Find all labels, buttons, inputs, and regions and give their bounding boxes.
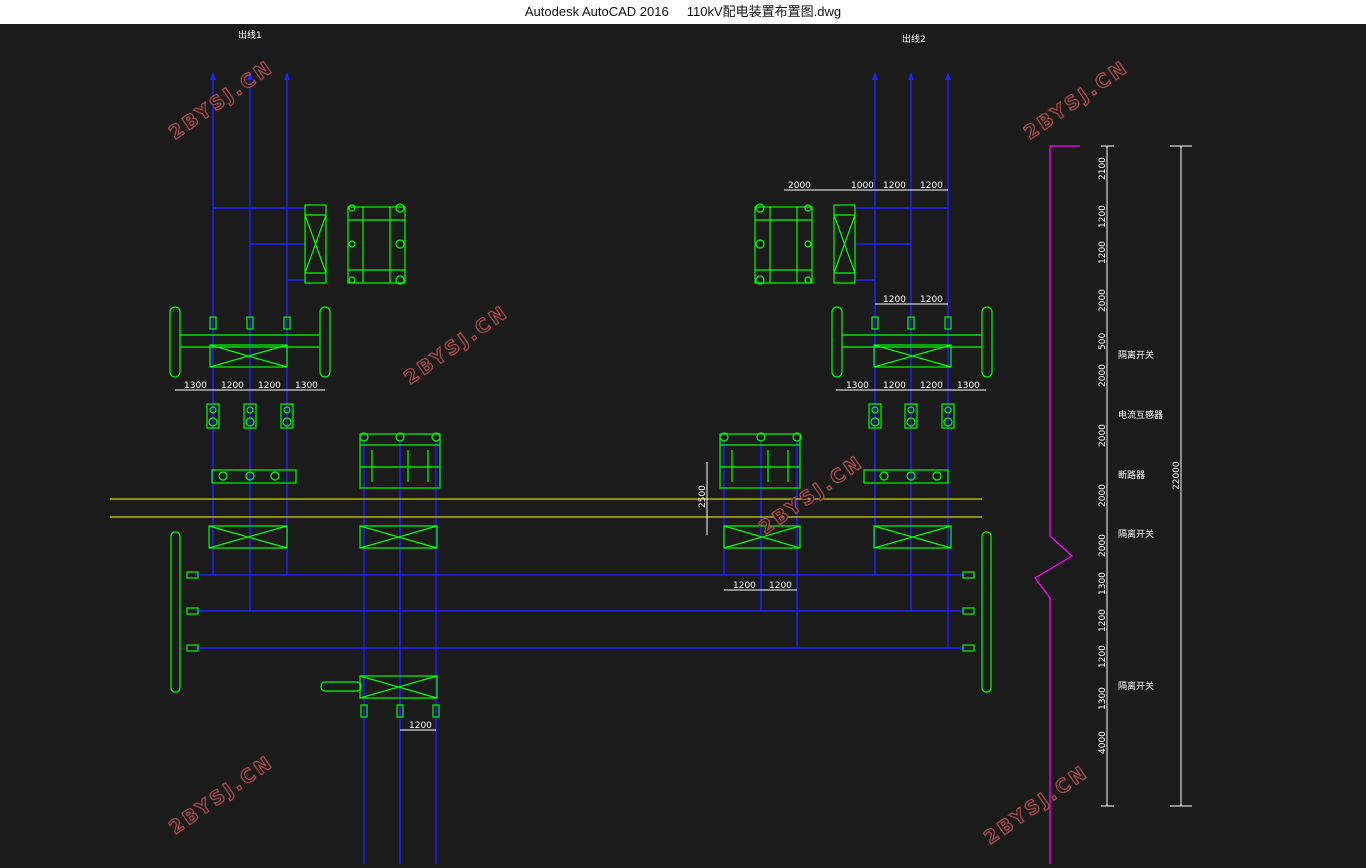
outlet-label-1: 出线1: [238, 29, 262, 41]
watermark: 2BYSJ.CN: [165, 56, 278, 144]
watermark: 2BYSJ.CN: [1020, 56, 1133, 144]
equipment-label: 隔离开关: [1118, 528, 1154, 540]
dimension-text: 2000: [1098, 424, 1108, 447]
equipment: [169, 203, 993, 718]
dimension-text: 1200: [920, 381, 943, 391]
dimension-text: 1200: [221, 381, 244, 391]
dimension-text: 1200: [883, 181, 906, 191]
watermark: 2BYSJ.CN: [755, 451, 868, 539]
watermark: 2BYSJ.CN: [400, 301, 513, 389]
outlet-label-2: 出线2: [902, 33, 926, 45]
total-dimension-text: 22000: [1172, 461, 1182, 490]
dimension-text: 1200: [1098, 645, 1108, 668]
equipment-label: 电流互感器: [1118, 409, 1163, 421]
dimension-text: 1300: [1098, 687, 1108, 710]
dimension-text: 2500: [698, 485, 708, 508]
dimension-text: 1300: [1098, 572, 1108, 595]
site-boundary: [1034, 145, 1080, 864]
equipment-label: 隔离开关: [1118, 680, 1154, 692]
drawing-canvas[interactable]: 出线1 出线2 2000 1000 1200 1200 1200 1200 1300 1200 12…: [0, 24, 1366, 864]
dimension-text: 1200: [883, 381, 906, 391]
watermark: 2BYSJ.CN: [980, 761, 1093, 849]
dimension-text: 1200: [920, 181, 943, 191]
road-guide-lines: [110, 498, 982, 518]
dimension-text: 2000: [1098, 534, 1108, 557]
dimension-text: 1200: [1098, 609, 1108, 632]
dimension-text: 1200: [733, 581, 756, 591]
equipment-label: 断路器: [1118, 469, 1145, 481]
dimension-text: 1200: [769, 581, 792, 591]
dimension-text: 1200: [409, 721, 432, 731]
dimension-text: 2000: [1098, 289, 1108, 312]
window-title-bar: Autodesk AutoCAD 2016 110kV配电装置布置图.dwg: [0, 0, 1366, 24]
watermark: 2BYSJ.CN: [165, 751, 278, 839]
dimension-text: 1300: [184, 381, 207, 391]
dimension-text: 500: [1098, 333, 1108, 350]
dimension-text: 1200: [883, 295, 906, 305]
equipment-label: 隔离开关: [1118, 349, 1154, 361]
file-name: 110kV配电装置布置图.dwg: [686, 4, 842, 19]
dimension-text: 1300: [295, 381, 318, 391]
dimension-text: 1300: [957, 381, 980, 391]
dimension-text: 2000: [788, 181, 811, 191]
dimension-text: 1200: [258, 381, 281, 391]
dimension-text: 2000: [1098, 484, 1108, 507]
dimension-text: 2000: [1098, 364, 1108, 387]
dimension-lines: [175, 145, 1192, 807]
dimension-text: 1200: [920, 295, 943, 305]
dimension-text: 1200: [1098, 241, 1108, 264]
outlet-arrows: [210, 72, 951, 80]
dimension-text: 1200: [1098, 205, 1108, 228]
dimension-text: 4000: [1098, 731, 1108, 754]
dimension-text: 1300: [846, 381, 869, 391]
dimension-text: 2100: [1098, 157, 1108, 180]
dimension-text: 1000: [851, 181, 874, 191]
app-name: Autodesk AutoCAD 2016: [524, 4, 669, 19]
